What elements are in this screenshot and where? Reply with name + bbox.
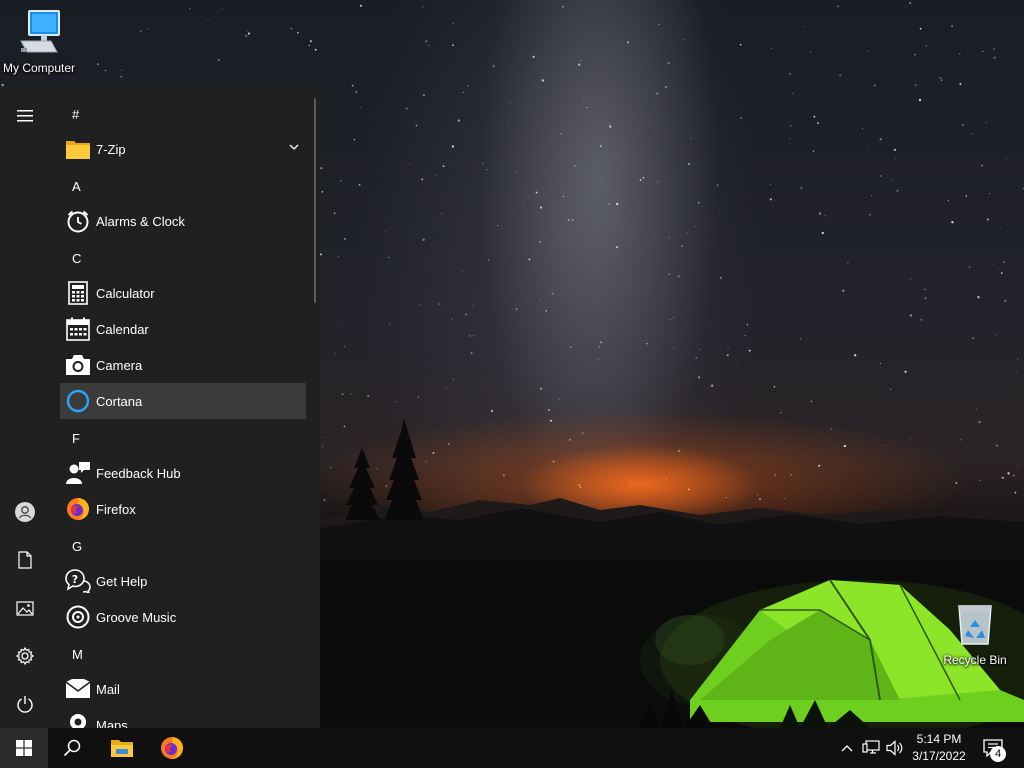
account-button[interactable] xyxy=(0,490,50,534)
network-icon xyxy=(862,740,880,754)
maps-icon xyxy=(62,709,94,728)
expand-menu-button[interactable] xyxy=(0,94,50,138)
taskbar: 5:14 PM 3/17/2022 xyxy=(0,728,1024,768)
desktop-icon-label: Recycle Bin xyxy=(943,653,1007,667)
app-list-scrollbar[interactable] xyxy=(314,98,316,303)
app-label: Calculator xyxy=(96,285,155,301)
desktop-icon-my-computer[interactable]: My Computer xyxy=(0,8,78,75)
app-item-maps[interactable]: Maps xyxy=(60,707,306,728)
app-label: Maps xyxy=(96,717,128,729)
app-label: Calendar xyxy=(96,321,149,337)
app-item-cortana[interactable]: Cortana xyxy=(60,383,306,419)
cortana-icon xyxy=(62,385,94,417)
recycle-bin-icon xyxy=(958,605,992,645)
volume-button[interactable] xyxy=(884,728,906,768)
search-icon xyxy=(63,739,81,757)
group-header-m[interactable]: M xyxy=(60,637,306,673)
app-item-7zip[interactable]: 7-Zip xyxy=(60,131,306,167)
firefox-taskbar-button[interactable] xyxy=(148,728,196,768)
groove-music-icon xyxy=(62,601,94,633)
chevron-down-icon[interactable] xyxy=(288,141,300,153)
gear-icon xyxy=(16,647,34,665)
pictures-button[interactable] xyxy=(0,586,50,630)
app-item-groove-music[interactable]: Groove Music xyxy=(60,599,306,635)
app-item-get-help[interactable]: ? Get Help xyxy=(60,563,306,599)
settings-button[interactable] xyxy=(0,634,50,678)
clock-time: 5:14 PM xyxy=(916,732,962,746)
chevron-up-icon xyxy=(841,745,853,752)
file-explorer-button[interactable] xyxy=(98,728,146,768)
app-label: Alarms & Clock xyxy=(96,213,185,229)
app-item-mail[interactable]: Mail xyxy=(60,671,306,707)
calculator-icon xyxy=(62,277,94,309)
app-item-calculator[interactable]: Calculator xyxy=(60,275,306,311)
group-header-a[interactable]: A xyxy=(60,169,306,205)
app-item-calendar[interactable]: Calendar xyxy=(60,311,306,347)
app-label: Camera xyxy=(96,357,143,373)
power-icon xyxy=(17,696,33,713)
group-header-g[interactable]: G xyxy=(60,529,306,565)
feedback-hub-icon xyxy=(62,457,94,489)
group-header-f[interactable]: F xyxy=(60,421,306,457)
firefox-icon xyxy=(62,493,94,525)
app-label: Groove Music xyxy=(96,609,177,625)
start-menu-rail xyxy=(0,88,50,728)
app-item-firefox[interactable]: Firefox xyxy=(60,491,306,527)
alarm-clock-icon xyxy=(62,205,94,237)
folder-icon xyxy=(62,133,94,165)
firefox-icon xyxy=(161,737,183,759)
group-header-c[interactable]: C xyxy=(60,241,306,277)
svg-text:?: ? xyxy=(72,573,78,586)
camera-icon xyxy=(62,349,94,381)
folder-icon xyxy=(111,740,133,757)
show-hidden-icons-button[interactable] xyxy=(838,728,856,768)
start-menu: # 7-Zip A Alarms & Clock C Calculator Ca… xyxy=(0,88,320,728)
search-button[interactable] xyxy=(48,728,96,768)
windows-logo-icon xyxy=(16,740,32,756)
network-button[interactable] xyxy=(860,728,882,768)
app-list: # 7-Zip A Alarms & Clock C Calculator Ca… xyxy=(60,88,306,728)
document-icon xyxy=(18,551,32,569)
clock[interactable]: 5:14 PM 3/17/2022 xyxy=(906,731,972,765)
clock-date: 3/17/2022 xyxy=(912,749,966,763)
get-help-icon: ? xyxy=(62,565,94,597)
computer-icon xyxy=(20,10,60,53)
app-label: Cortana xyxy=(96,393,143,409)
app-item-alarms-clock[interactable]: Alarms & Clock xyxy=(60,203,306,239)
start-button[interactable] xyxy=(0,728,48,768)
mail-icon xyxy=(62,673,94,705)
desktop-icon-label: My Computer xyxy=(2,61,76,75)
app-label: Feedback Hub xyxy=(96,465,181,481)
calendar-icon xyxy=(62,313,94,345)
app-item-feedback-hub[interactable]: Feedback Hub xyxy=(60,455,306,491)
app-label: Firefox xyxy=(96,501,136,517)
documents-button[interactable] xyxy=(0,538,50,582)
desktop-icon-recycle-bin[interactable]: Recycle Bin xyxy=(940,602,1010,667)
app-label: Get Help xyxy=(96,573,148,589)
user-icon xyxy=(15,502,35,522)
hamburger-icon xyxy=(17,110,33,122)
volume-icon xyxy=(886,740,903,756)
power-button[interactable] xyxy=(0,682,50,726)
pictures-icon xyxy=(16,600,34,616)
group-header-hash[interactable]: # xyxy=(60,97,306,133)
app-label: Mail xyxy=(96,681,120,697)
notification-count-badge: 4 xyxy=(990,746,1006,762)
app-label: 7-Zip xyxy=(96,141,126,157)
app-item-camera[interactable]: Camera xyxy=(60,347,306,383)
